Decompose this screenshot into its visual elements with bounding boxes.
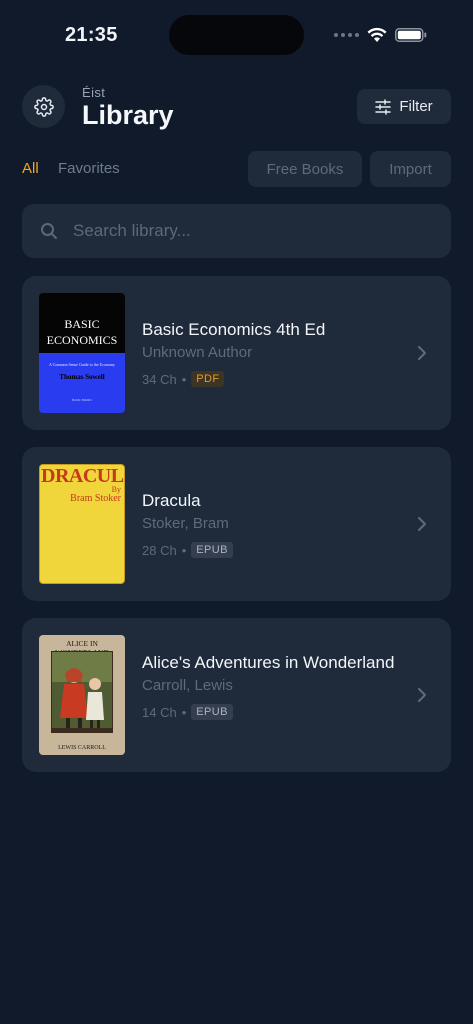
chapter-count: 14 Ch (142, 704, 177, 720)
signal-icon (334, 33, 359, 37)
book-meta: 34 Ch • PDF (142, 371, 407, 387)
book-author: Unknown Author (142, 344, 253, 361)
book-title: Basic Economics 4th Ed (142, 320, 326, 339)
meta-separator: • (181, 542, 187, 558)
search-bar (22, 204, 451, 258)
book-title: Dracula (142, 491, 201, 510)
cover-author: Thomas Sowell (59, 373, 105, 381)
book-card-basic-economics[interactable]: BASIC ECONOMICS A Common Sense Guide to … (22, 276, 451, 430)
book-info: Dracula Stoker, Bram 28 Ch • EPUB (142, 490, 407, 558)
header: Éist Library Filter (22, 85, 451, 130)
cover-author: Bram Stoker (70, 493, 121, 504)
status-icons (334, 26, 427, 44)
meta-separator: • (181, 371, 187, 387)
free-books-button[interactable]: Free Books (248, 151, 362, 187)
gear-icon (33, 96, 54, 117)
sliders-icon (375, 98, 392, 115)
filter-label: Filter (399, 98, 433, 115)
dynamic-island (169, 15, 304, 55)
cover-title-line2: ECONOMICS (46, 333, 118, 347)
chapter-count: 34 Ch (142, 371, 177, 387)
status-time: 21:35 (65, 24, 118, 46)
chapter-count: 28 Ch (142, 542, 177, 558)
cover-title-line1: BASIC (64, 317, 100, 331)
cover-title: DRACULA (41, 465, 124, 487)
import-button[interactable]: Import (370, 151, 451, 187)
book-meta: 14 Ch • EPUB (142, 704, 407, 720)
format-badge: EPUB (191, 542, 233, 558)
book-card-alice[interactable]: ALICE IN WONDERLAND LEWIS CARROLL Alice'… (22, 618, 451, 772)
book-author: Stoker, Bram (142, 515, 229, 532)
wifi-icon (367, 27, 387, 42)
settings-button[interactable] (22, 85, 65, 128)
book-card-dracula[interactable]: DRACULA By Bram Stoker Dracula Stoker, B… (22, 447, 451, 601)
cover-author: LEWIS CARROLL (58, 745, 106, 751)
format-badge: EPUB (191, 704, 233, 720)
cover-illustration (51, 651, 113, 733)
cover-title: BASIC ECONOMICS (39, 293, 125, 353)
chevron-right-icon (418, 688, 426, 702)
cover-tagline: A Common Sense Guide to the Economy (49, 362, 115, 367)
search-icon (41, 223, 57, 239)
tab-favorites[interactable]: Favorites (58, 160, 120, 177)
book-title: Alice's Adventures in Wonderland (142, 653, 395, 672)
book-author: Carroll, Lewis (142, 677, 233, 694)
search-input[interactable] (73, 204, 433, 258)
book-info: Basic Economics 4th Ed Unknown Author 34… (142, 319, 407, 387)
book-cover: DRACULA By Bram Stoker (39, 464, 125, 584)
book-cover: ALICE IN WONDERLAND LEWIS CARROLL (39, 635, 125, 755)
tabs-row: All Favorites Free Books Import (22, 151, 451, 187)
battery-icon (395, 28, 427, 42)
cover-publisher: BASIC BOOKS (72, 398, 92, 402)
chevron-right-icon (418, 346, 426, 360)
format-badge: PDF (191, 371, 225, 387)
page-title: Library (82, 100, 174, 130)
book-cover: BASIC ECONOMICS A Common Sense Guide to … (39, 293, 125, 413)
app-subtitle: Éist (82, 85, 106, 100)
book-meta: 28 Ch • EPUB (142, 542, 407, 558)
tab-all[interactable]: All (22, 160, 39, 177)
filter-button[interactable]: Filter (357, 89, 451, 124)
meta-separator: • (181, 704, 187, 720)
book-info: Alice's Adventures in Wonderland Carroll… (142, 652, 407, 720)
title-group: Éist Library (82, 85, 174, 130)
chevron-right-icon (418, 517, 426, 531)
status-bar: 21:35 (0, 0, 473, 60)
